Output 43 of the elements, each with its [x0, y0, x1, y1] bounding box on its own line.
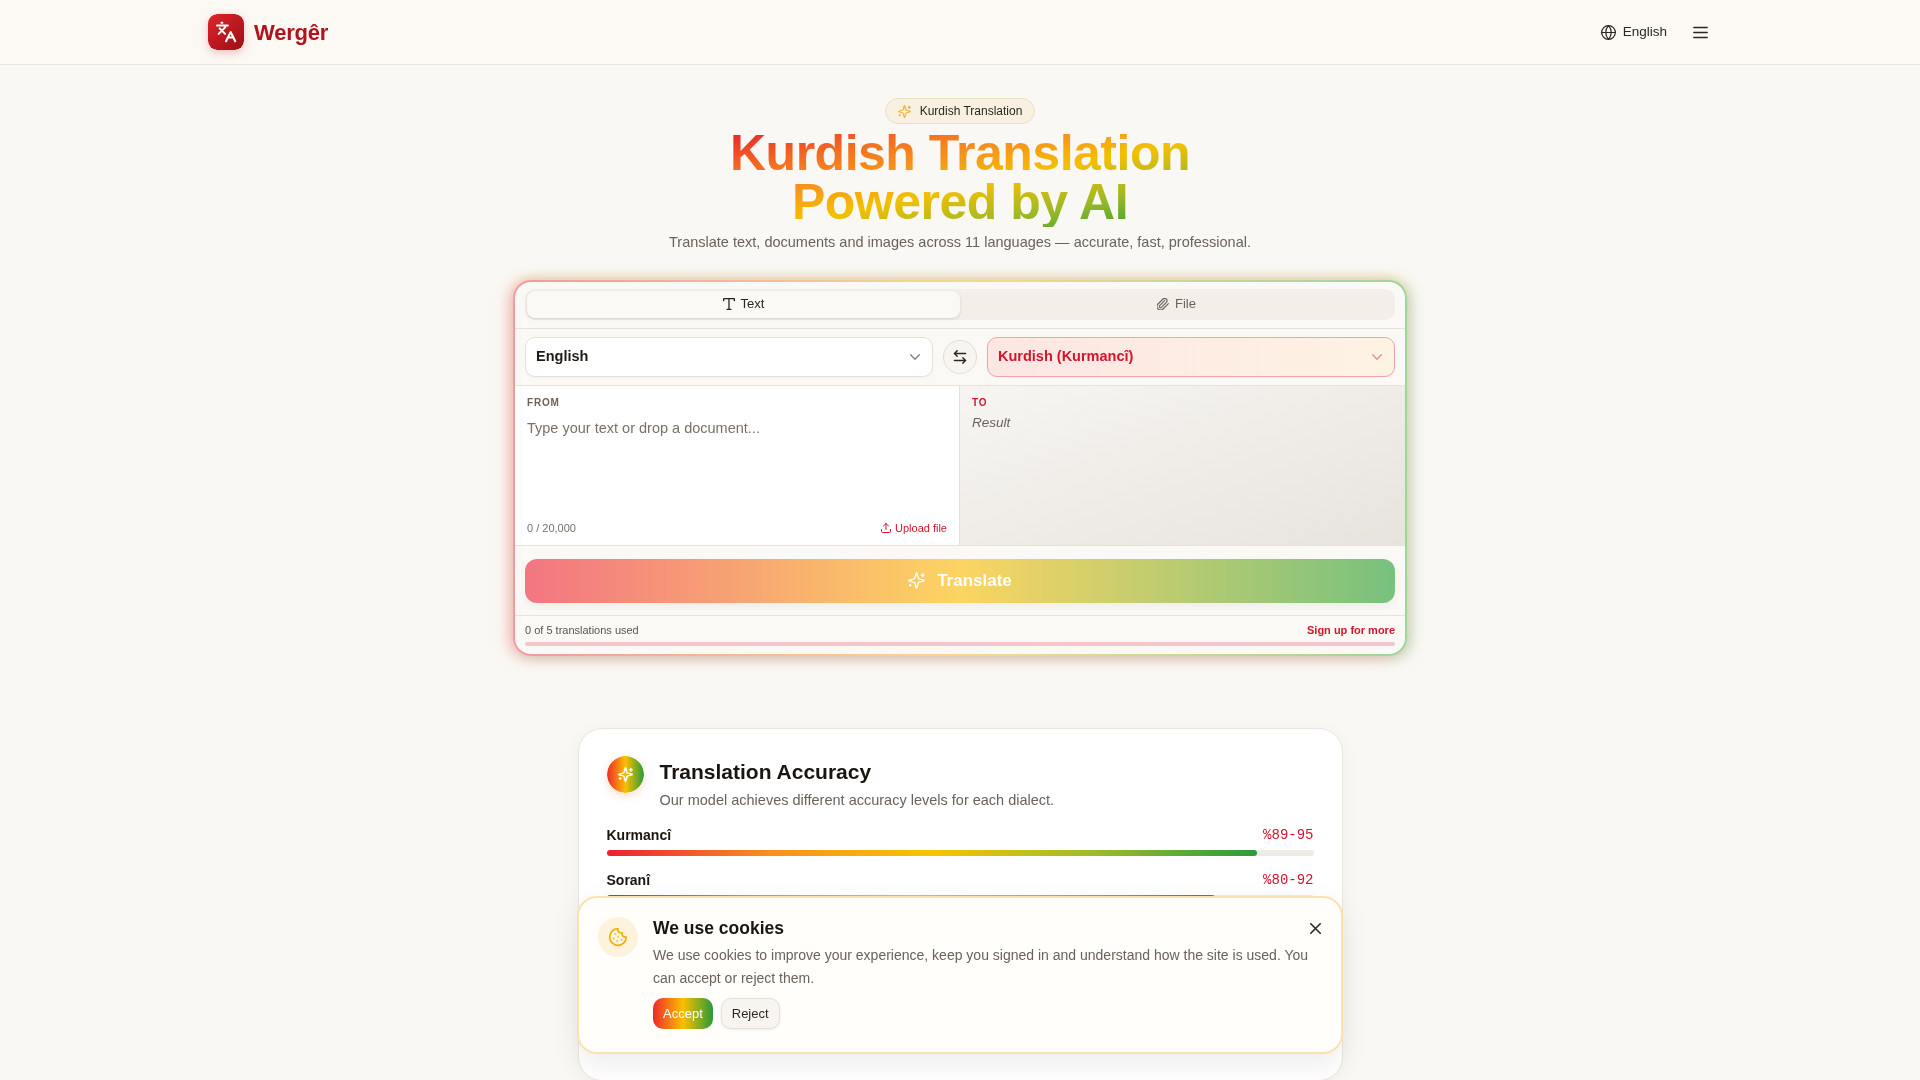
accuracy-range: %89-95	[1263, 825, 1314, 844]
reject-button[interactable]: Reject	[720, 998, 780, 1029]
sparkles-icon	[897, 104, 911, 118]
chevron-down-icon	[910, 353, 920, 360]
source-text-field[interactable]: Type your text or drop a document...	[527, 417, 947, 520]
accuracy-range: %80-92	[1263, 870, 1314, 889]
sparkles-icon	[606, 755, 644, 793]
panel-label: TO	[972, 395, 988, 409]
swap-arrows-icon	[953, 349, 967, 364]
chevron-down-icon	[1372, 353, 1382, 360]
character-counter: 0 / 20,000	[527, 521, 576, 536]
text-icon	[722, 298, 735, 310]
cookie-icon	[598, 917, 638, 957]
mode-tab[interactable]: File	[960, 290, 1393, 318]
target-language-select[interactable]: Kurdish (Kurmancî)	[987, 336, 1395, 377]
cookie-text: We use cookies to improve your experience, keep you signed in and understand how the site is used. You can accept or reject them.	[653, 946, 1310, 988]
swap-button[interactable]	[943, 339, 977, 374]
source-language-select[interactable]: English	[525, 336, 933, 377]
section-description: Our model achieves different accuracy levels for each dialect.	[659, 790, 1055, 809]
usage-text: 0 of 5 translations used	[525, 623, 639, 637]
close-icon	[1310, 922, 1321, 934]
result-box[interactable]: TO Result	[960, 385, 1405, 545]
upload-icon	[881, 523, 891, 534]
sparkles-icon	[908, 572, 926, 589]
paperclip-icon	[1157, 298, 1169, 310]
cookie-title: We use cookies	[653, 917, 784, 939]
mode-tab[interactable]: Text	[527, 290, 960, 318]
section-title: Translation Accuracy	[659, 758, 873, 785]
dialect-name: Kurmancî	[606, 825, 672, 844]
language-button[interactable]: English	[1598, 17, 1669, 47]
panel-label: FROM	[527, 395, 560, 409]
translate-logo-icon	[208, 14, 244, 50]
globe-icon	[1600, 24, 1616, 40]
dialect-name: Soranî	[606, 870, 651, 889]
source-text-box[interactable]: FROM Type your text or drop a document... 0 / 20,000 Upload file	[515, 385, 960, 545]
brand-link[interactable]: Wergêr	[208, 14, 329, 50]
close-button[interactable]	[1308, 920, 1323, 936]
sign-up-link[interactable]: Sign up for more	[1307, 623, 1395, 637]
tagline-text: Kurdish Translation	[919, 103, 1023, 120]
hero-subtitle: Translate text, documents and images across 11 languages — accurate, fast, professional.	[669, 232, 1251, 252]
upload-file-link[interactable]: Upload file	[881, 520, 947, 537]
result-field[interactable]: Result	[972, 412, 1393, 535]
menu-icon	[1693, 25, 1708, 39]
